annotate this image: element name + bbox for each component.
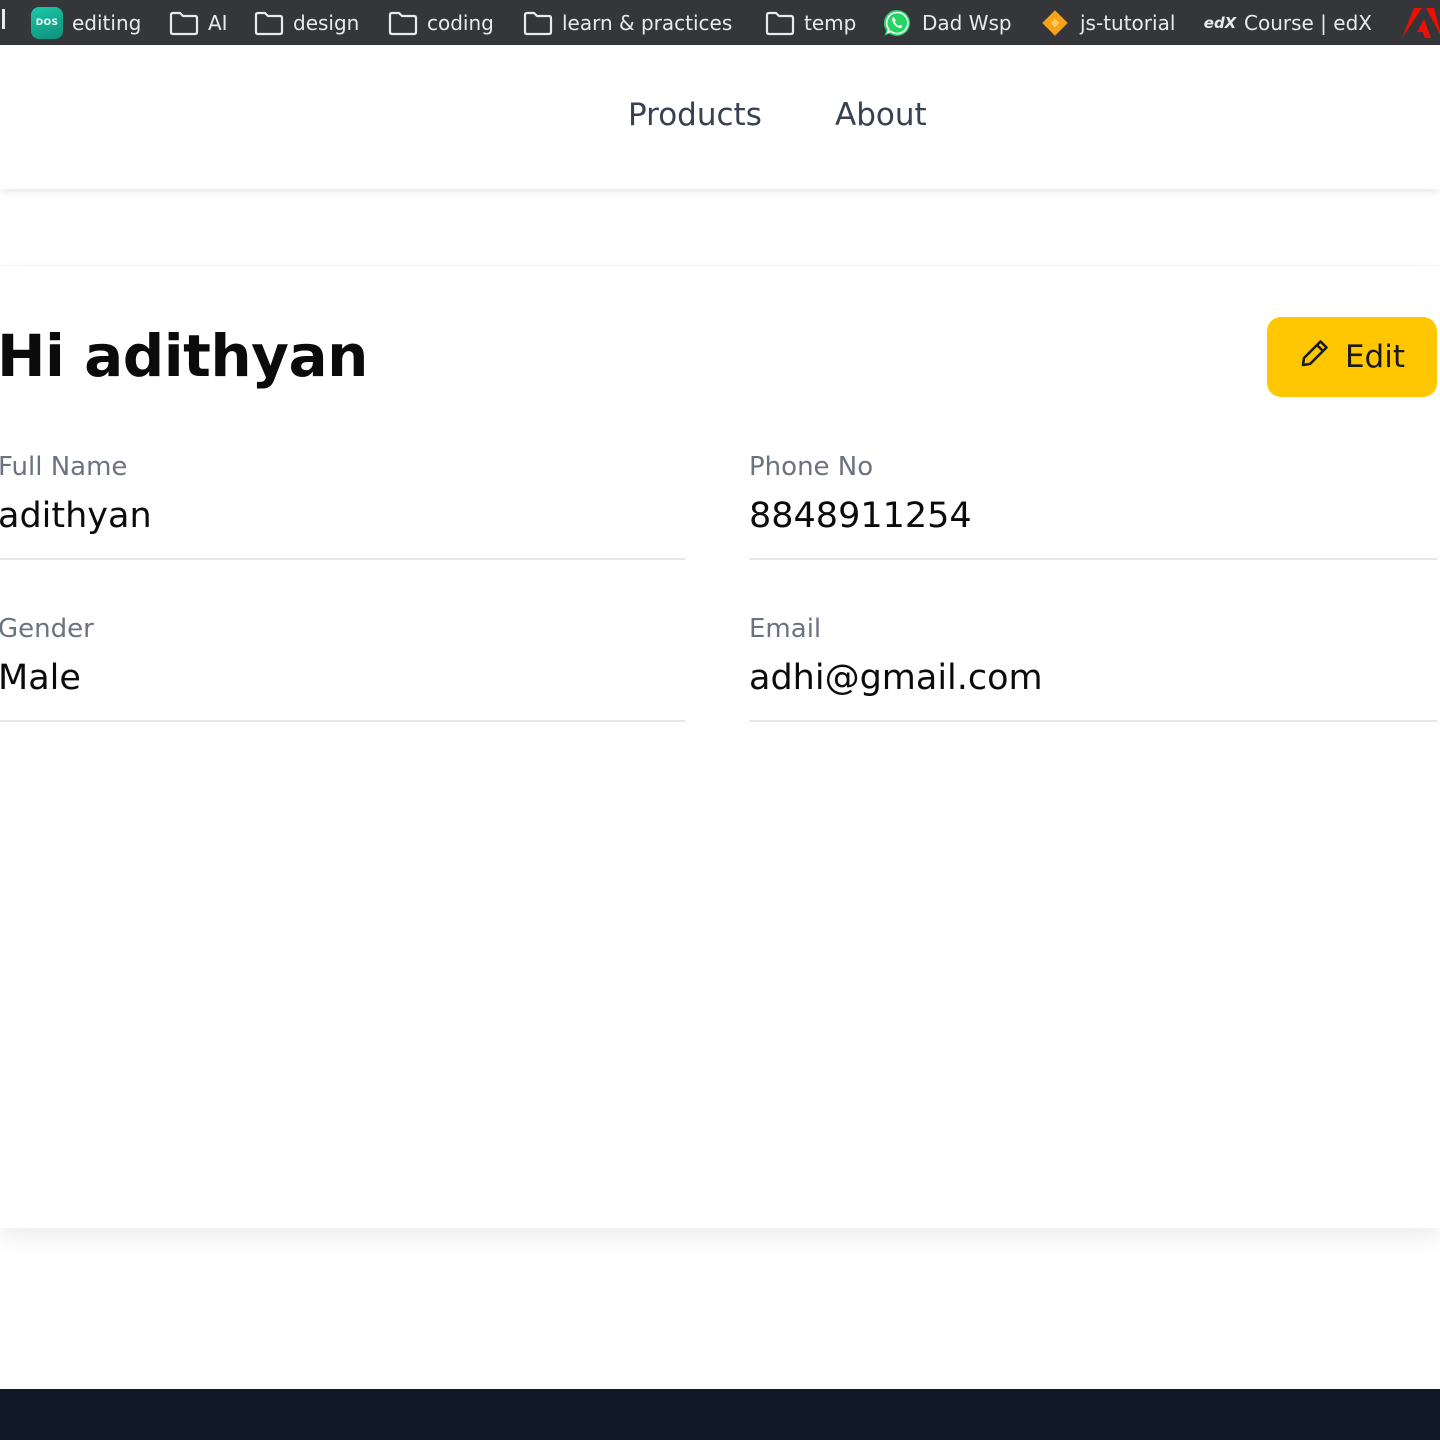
field-value: adhi@gmail.com (749, 658, 1043, 698)
bookmark-label: js-tutorial (1080, 10, 1176, 35)
edx-icon: edX (1203, 13, 1237, 32)
bookmark-folder-learn[interactable]: learn & practices (523, 0, 732, 45)
field-underline (0, 558, 685, 560)
dos-app-icon: DOS (31, 6, 63, 39)
bookmark-label: editing (72, 10, 142, 35)
diamond-icon (1039, 7, 1071, 39)
profile-card: Hi adithyan Edit Full Name adithyan Phon… (0, 266, 1440, 1228)
whatsapp-icon (881, 7, 913, 39)
bookmark-label: Course | edX (1244, 10, 1372, 35)
bookmark-folder-temp[interactable]: temp (765, 0, 856, 45)
field-value: 8848911254 (749, 496, 972, 536)
field-email: Email adhi@gmail.com (749, 614, 1437, 724)
bookmark-edx-course[interactable]: edX Course | edX (1203, 0, 1372, 45)
folder-icon (388, 10, 418, 36)
folder-icon (765, 10, 795, 36)
bookmark-folder-ai[interactable]: AI (169, 0, 228, 45)
field-value: adithyan (0, 496, 152, 536)
nav-link-products[interactable]: Products (628, 97, 762, 133)
edit-button[interactable]: Edit (1267, 317, 1437, 397)
bookmark-folder-design[interactable]: design (254, 0, 359, 45)
bookmark-label: Dad Wsp (922, 10, 1012, 35)
pencil-icon (1299, 337, 1331, 377)
bookmark-label: temp (804, 10, 857, 35)
bookmark-label: coding (427, 10, 494, 35)
folder-icon (254, 10, 284, 36)
top-nav: Products About (0, 45, 1440, 189)
bookmark-edge-fragment (2, 9, 5, 29)
field-phone-no: Phone No 8848911254 (749, 452, 1437, 562)
bookmark-label: design (293, 10, 360, 35)
adobe-icon (1402, 7, 1440, 38)
field-label: Email (749, 614, 822, 644)
field-value: Male (0, 658, 81, 698)
folder-icon (169, 10, 199, 36)
field-underline (749, 558, 1437, 560)
bookmark-editing[interactable]: DOS editing (31, 0, 141, 45)
edit-button-label: Edit (1344, 339, 1406, 375)
bookmark-label: AI (208, 10, 228, 35)
field-label: Full Name (0, 452, 128, 482)
field-label: Gender (0, 614, 94, 644)
folder-icon (523, 10, 553, 36)
bookmark-label: learn & practices (562, 10, 733, 35)
bookmark-dad-wsp[interactable]: Dad Wsp (881, 0, 1012, 45)
page-title: Hi adithyan (0, 322, 368, 390)
footer (0, 1389, 1440, 1440)
bookmark-adobe[interactable] (1402, 0, 1440, 45)
field-underline (0, 720, 685, 722)
field-gender: Gender Male (0, 614, 685, 724)
field-full-name: Full Name adithyan (0, 452, 685, 562)
bookmark-folder-coding[interactable]: coding (388, 0, 494, 45)
field-label: Phone No (749, 452, 874, 482)
nav-link-about[interactable]: About (835, 97, 927, 133)
field-underline (749, 720, 1437, 722)
bookmark-js-tutorial[interactable]: js-tutorial (1039, 0, 1175, 45)
bookmarks-bar: DOS editing AI design coding learn & pra… (0, 0, 1440, 45)
